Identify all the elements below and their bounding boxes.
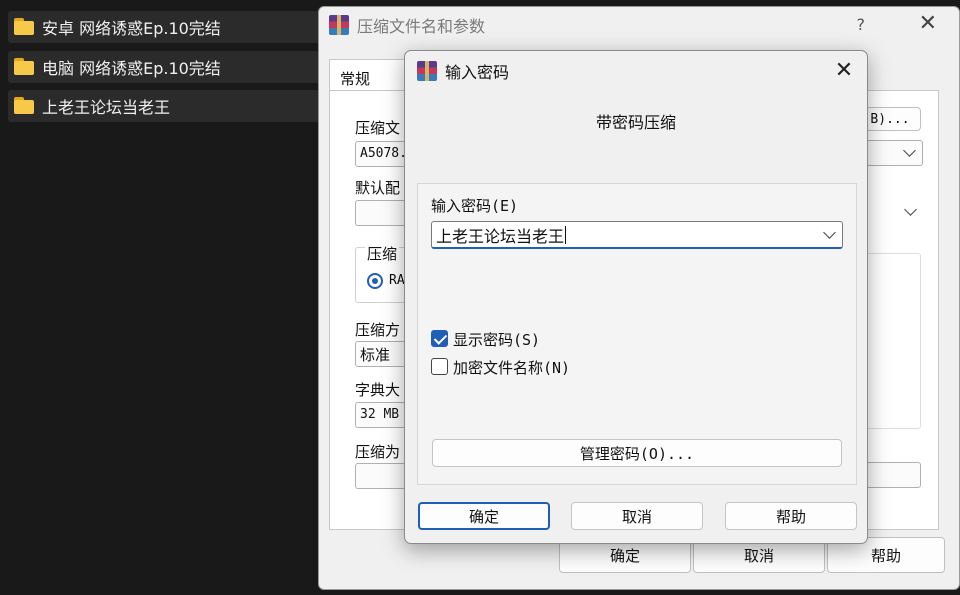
file-explorer: 安卓 网络诱惑Ep.10完结 电脑 网络诱惑Ep.10完结 上老王论坛当老王 [0, 0, 320, 595]
default-profile-label: 默认配 [355, 179, 401, 197]
format-group-label: 压缩 [365, 243, 400, 264]
close-icon[interactable]: ✕ [919, 11, 937, 36]
dictionary-label: 字典大 [355, 381, 401, 399]
chevron-down-icon [903, 144, 916, 157]
method-label: 压缩方 [355, 321, 401, 339]
manage-passwords-button[interactable]: 管理密码(O)... [432, 439, 842, 467]
split-label: 压缩为 [355, 443, 401, 461]
encrypt-filenames-checkbox[interactable] [431, 358, 448, 375]
folder-icon [14, 58, 36, 76]
dialog-title: 压缩文件名和参数 [357, 17, 486, 36]
options-groupbox [859, 253, 921, 429]
show-password-label: 显示密码(S) [453, 331, 541, 349]
folder-item[interactable]: 安卓 网络诱惑Ep.10完结 [8, 11, 320, 43]
folder-icon [14, 18, 36, 36]
winrar-icon [329, 15, 349, 35]
profile-dropdown[interactable] [859, 200, 923, 226]
show-password-checkbox[interactable] [431, 330, 448, 347]
split-input[interactable] [859, 462, 921, 488]
folder-item[interactable]: 上老王论坛当老王 [8, 90, 320, 122]
folder-name: 上老王论坛当老王 [42, 98, 171, 117]
chevron-down-icon [904, 203, 917, 216]
tab-general[interactable]: 常规 [329, 59, 409, 91]
folder-item[interactable]: 电脑 网络诱惑Ep.10完结 [8, 51, 320, 83]
rar-radio-label: RA [389, 273, 405, 288]
winrar-icon [417, 61, 437, 81]
folder-name: 电脑 网络诱惑Ep.10完结 [42, 59, 221, 78]
text-caret [565, 225, 567, 244]
password-label: 输入密码(E) [431, 197, 519, 215]
archive-name-label: 压缩文 [355, 119, 401, 137]
close-icon[interactable]: ✕ [831, 57, 857, 83]
dialog-heading: 带密码压缩 [595, 113, 676, 132]
help-button[interactable]: 帮助 [725, 502, 857, 530]
help-icon[interactable]: ? [857, 15, 866, 34]
cancel-button[interactable]: 取消 [571, 502, 703, 530]
password-dialog: 输入密码 ✕ 带密码压缩 输入密码(E) 上老王论坛当老王 显示密码(S) 加密… [404, 50, 868, 544]
encrypt-filenames-label: 加密文件名称(N) [453, 359, 571, 377]
folder-name: 安卓 网络诱惑Ep.10完结 [42, 19, 221, 38]
rar-radio[interactable] [367, 273, 383, 289]
password-value: 上老王论坛当老王 [436, 226, 565, 246]
dialog-titlebar: 输入密码 [405, 51, 867, 91]
password-input[interactable]: 上老王论坛当老王 [431, 221, 843, 249]
browse-button[interactable]: B)... [859, 107, 921, 131]
archive-name-dropdown[interactable] [859, 140, 923, 166]
ok-button[interactable]: 确定 [418, 502, 550, 530]
chevron-down-icon[interactable] [823, 226, 836, 239]
dialog-title: 输入密码 [445, 63, 510, 82]
folder-icon [14, 97, 36, 115]
